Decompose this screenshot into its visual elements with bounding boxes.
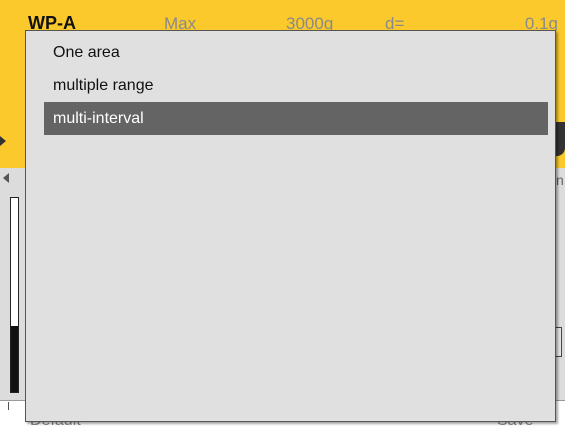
- weighing-level-bar: [10, 197, 19, 393]
- scroll-left-icon[interactable]: [3, 173, 9, 183]
- range-type-dropdown[interactable]: One area multiple range multi-interval: [25, 30, 556, 422]
- corner-bracket-icon: [556, 122, 565, 156]
- partial-text-fragment: n: [556, 172, 564, 188]
- scale-info-row: WP-A Max 3000g d= 0.1g: [0, 0, 565, 33]
- footer-divider: [8, 402, 9, 410]
- dropdown-options-list: One area multiple range multi-interval: [44, 36, 548, 135]
- option-multiple-range[interactable]: multiple range: [44, 69, 548, 102]
- option-multi-interval[interactable]: multi-interval: [44, 102, 548, 135]
- level-bar-fill: [11, 326, 18, 392]
- expand-arrow-icon[interactable]: [0, 136, 6, 146]
- option-one-area[interactable]: One area: [44, 36, 548, 69]
